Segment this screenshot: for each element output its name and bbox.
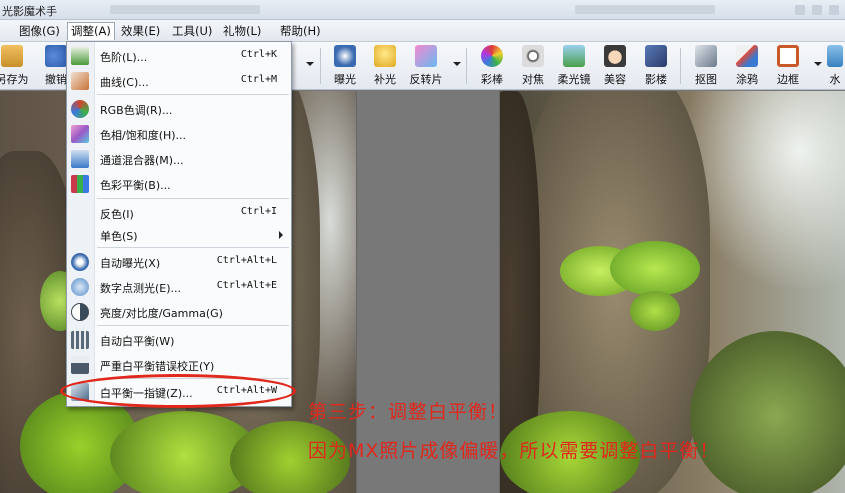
menu-item-monochrome[interactable]: 单色(S): [67, 223, 291, 247]
title-placeholder: [575, 5, 715, 14]
menu-item-curves[interactable]: 曲线(C)... Ctrl+M: [67, 69, 291, 93]
menu-help[interactable]: 帮助(H): [277, 22, 324, 40]
menu-separator: [97, 198, 289, 199]
toolbar-separator: [680, 48, 681, 84]
color-stick-icon: [481, 45, 503, 67]
exposure-button[interactable]: 曝光: [327, 44, 363, 88]
undo-icon: [45, 45, 67, 67]
menu-item-color-balance[interactable]: 色彩平衡(B)...: [67, 172, 291, 196]
title-placeholder: [110, 5, 260, 14]
studio-button[interactable]: 影楼: [638, 44, 674, 88]
submenu-arrow-icon: [279, 231, 283, 239]
menu-item-rgb[interactable]: RGB色调(R)...: [67, 97, 291, 121]
menu-tools[interactable]: 工具(U): [169, 22, 215, 40]
auto-white-balance-icon: [71, 331, 89, 349]
save-icon: [1, 45, 23, 67]
studio-icon: [645, 45, 667, 67]
exposure-icon: [334, 45, 356, 67]
toolbar-dropdown-arrow[interactable]: [306, 62, 314, 66]
wb-correction-icon: [71, 356, 89, 374]
reversal-film-icon: [415, 45, 437, 67]
menu-gifts[interactable]: 礼物(L): [220, 22, 264, 40]
menu-item-levels[interactable]: 色阶(L)... Ctrl+K: [67, 44, 291, 68]
curves-icon: [71, 72, 89, 90]
save-as-button[interactable]: 另存为: [0, 44, 30, 88]
spot-meter-icon: [71, 278, 89, 296]
toolbar-dropdown-arrow[interactable]: [453, 62, 461, 66]
leaf: [630, 291, 680, 331]
highlight-circle: [60, 374, 296, 408]
beauty-icon: [604, 45, 626, 67]
fill-light-icon: [374, 45, 396, 67]
doodle-icon: [736, 45, 758, 67]
window-title: 光影魔术手: [2, 5, 57, 18]
color-balance-icon: [71, 175, 89, 193]
reversal-film-button[interactable]: 反转片: [408, 44, 444, 88]
beauty-button[interactable]: 美容: [597, 44, 633, 88]
canvas-gap: [356, 91, 500, 493]
menu-separator: [97, 94, 289, 95]
toolbar-separator: [320, 48, 321, 84]
levels-icon: [71, 47, 89, 65]
menu-item-invert[interactable]: 反色(I) Ctrl+I: [67, 201, 291, 225]
doodle-button[interactable]: 涂鸦: [729, 44, 765, 88]
leaf: [610, 241, 700, 296]
focus-icon: [522, 45, 544, 67]
minimize-icon[interactable]: [795, 5, 805, 15]
frame-icon: [777, 45, 799, 67]
menu-image[interactable]: 图像(G): [16, 22, 63, 40]
cutout-icon: [695, 45, 717, 67]
menu-separator: [97, 247, 289, 248]
toolbar-dropdown-arrow[interactable]: [814, 62, 822, 66]
menu-bar: 图像(G) 调整(A) 效果(E) 工具(U) 礼物(L) 帮助(H): [0, 20, 845, 42]
menu-adjust[interactable]: 调整(A): [67, 22, 115, 40]
cutout-button[interactable]: 抠图: [688, 44, 724, 88]
menu-item-hue-saturation[interactable]: 色相/饱和度(H)...: [67, 122, 291, 146]
soft-filter-button[interactable]: 柔光镜: [556, 44, 592, 88]
focus-button[interactable]: 对焦: [515, 44, 551, 88]
toolbar-separator: [466, 48, 467, 84]
menu-item-spot-meter[interactable]: 数字点测光(E)... Ctrl+Alt+E: [67, 275, 291, 299]
menu-item-channel-mixer[interactable]: 通道混合器(M)...: [67, 147, 291, 171]
menu-effects[interactable]: 效果(E): [118, 22, 163, 40]
color-stick-button[interactable]: 彩棒: [474, 44, 510, 88]
frame-button[interactable]: 边框: [770, 44, 806, 88]
close-icon[interactable]: [829, 5, 839, 15]
menu-separator: [97, 325, 289, 326]
watermark-button[interactable]: 水: [825, 44, 845, 88]
menu-item-auto-exposure[interactable]: 自动曝光(X) Ctrl+Alt+L: [67, 250, 291, 274]
menu-item-brightness-contrast[interactable]: 亮度/对比度/Gamma(G): [67, 300, 291, 324]
channel-mixer-icon: [71, 150, 89, 168]
auto-exposure-icon: [71, 253, 89, 271]
watermark-icon: [827, 45, 843, 67]
photo-right-half: [500, 91, 845, 493]
rgb-icon: [71, 100, 89, 118]
annotation-step: 第三步：调整白平衡！: [308, 401, 509, 423]
moss: [690, 331, 845, 493]
title-bar: 光影魔术手: [0, 0, 845, 20]
annotation-reason: 因为MX照片成像偏暖，所以需要调整白平衡！: [308, 440, 720, 462]
menu-item-auto-white-balance[interactable]: 自动白平衡(W): [67, 328, 291, 352]
adjust-menu-dropdown: 色阶(L)... Ctrl+K 曲线(C)... Ctrl+M RGB色调(R)…: [66, 41, 292, 407]
maximize-icon[interactable]: [812, 5, 822, 15]
brightness-contrast-icon: [71, 303, 89, 321]
hue-saturation-icon: [71, 125, 89, 143]
fill-light-button[interactable]: 补光: [367, 44, 403, 88]
soft-filter-icon: [563, 45, 585, 67]
